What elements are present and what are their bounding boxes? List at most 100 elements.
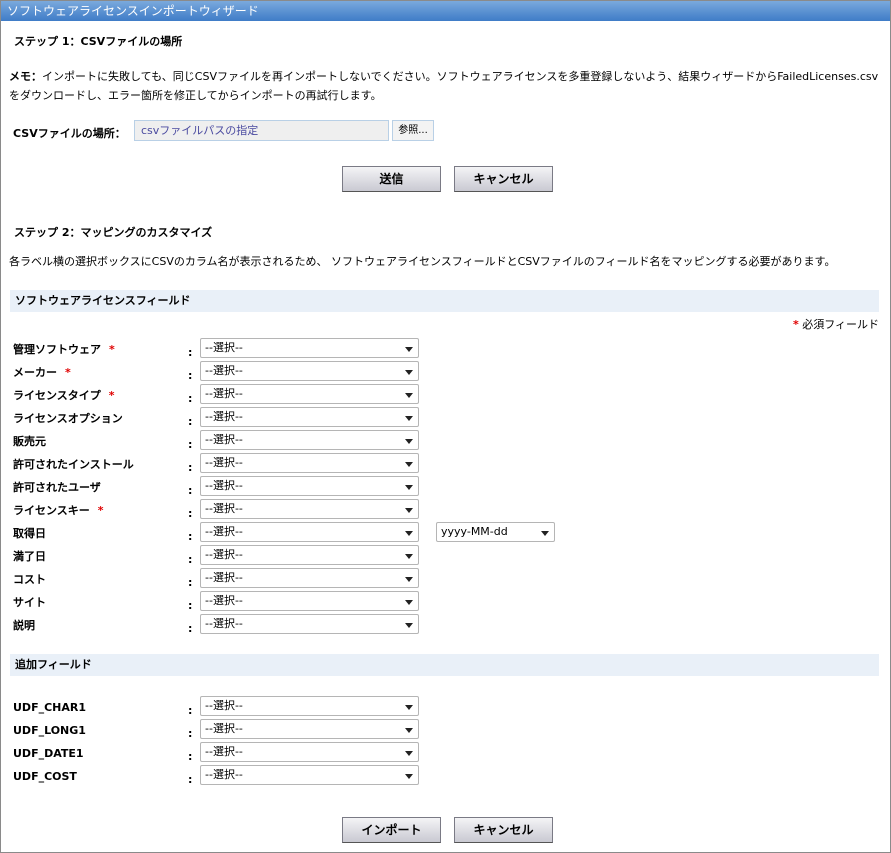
field-label: 許可されたユーザ (13, 481, 101, 495)
field-mapping-select[interactable]: --選択-- (200, 614, 419, 634)
field-label: ライセンスタイプ * (13, 389, 115, 403)
license-field-row: ライセンスキー * : --選択-- (13, 499, 433, 524)
colon: : (188, 415, 193, 428)
browse-button[interactable]: 参照... (392, 120, 434, 141)
import-button[interactable]: インポート (342, 817, 441, 843)
field-mapping-select[interactable]: --選択-- (200, 522, 419, 542)
extra-field-row: UDF_LONG1 : --選択-- (13, 719, 433, 744)
field-mapping-select[interactable]: --選択-- (200, 499, 419, 519)
field-mapping-select[interactable]: --選択-- (200, 545, 419, 565)
field-mapping-select[interactable]: --選択-- (200, 742, 419, 762)
chevron-down-icon (405, 623, 413, 628)
field-label-text: 管理ソフトウェア (13, 343, 101, 356)
select-value: --選択-- (205, 433, 243, 446)
required-star: * (65, 366, 71, 379)
select-value: --選択-- (205, 387, 243, 400)
field-label: ライセンスキー * (13, 504, 104, 518)
chevron-down-icon (405, 508, 413, 513)
select-value: --選択-- (205, 502, 243, 515)
license-field-row: 管理ソフトウェア * : --選択-- (13, 338, 433, 363)
chevron-down-icon (541, 531, 549, 536)
chevron-down-icon (405, 531, 413, 536)
extra-field-row: UDF_DATE1 : --選択-- (13, 742, 433, 767)
field-label: 満了日 (13, 550, 46, 564)
extra-section-header: 追加フィールド (10, 654, 879, 676)
field-mapping-select[interactable]: --選択-- (200, 384, 419, 404)
chevron-down-icon (405, 600, 413, 605)
colon: : (188, 773, 193, 786)
colon: : (188, 622, 193, 635)
step1-heading: ステップ 1：CSVファイルの場所 (14, 35, 183, 48)
colon: : (188, 704, 193, 717)
required-star: * (109, 343, 115, 356)
field-mapping-select[interactable]: --選択-- (200, 407, 419, 427)
colon: : (188, 727, 193, 740)
field-label: メーカー * (13, 366, 71, 380)
field-label-text: ライセンスオプション (13, 412, 123, 425)
field-label: UDF_LONG1 (13, 724, 86, 738)
chevron-down-icon (405, 485, 413, 490)
memo: メモ：インポートに失敗しても、同じCSVファイルを再インポートしないでください。… (9, 67, 884, 105)
field-mapping-select[interactable]: --選択-- (200, 696, 419, 716)
license-field-row: ライセンスタイプ * : --選択-- (13, 384, 433, 409)
field-label-text: サイト (13, 596, 46, 609)
colon: : (188, 507, 193, 520)
select-value: --選択-- (205, 768, 243, 781)
field-label: UDF_COST (13, 770, 77, 784)
csv-file-label: CSVファイルの場所： (13, 127, 126, 140)
select-value: --選択-- (205, 699, 243, 712)
field-mapping-select[interactable]: --選択-- (200, 719, 419, 739)
license-field-row: サイト : --選択-- (13, 591, 433, 616)
field-mapping-select[interactable]: --選択-- (200, 591, 419, 611)
license-field-row: ライセンスオプション : --選択-- (13, 407, 433, 432)
step2-heading: ステップ 2：マッピングのカスタマイズ (14, 226, 213, 239)
field-label-text: コスト (13, 573, 46, 586)
select-value: --選択-- (205, 617, 243, 630)
required-note: * 必須フィールド (793, 316, 879, 332)
chevron-down-icon (405, 728, 413, 733)
field-label-text: 販売元 (13, 435, 46, 448)
extra-field-row: UDF_COST : --選択-- (13, 765, 433, 790)
select-value: --選択-- (205, 722, 243, 735)
csv-file-input[interactable]: csvファイルパスの指定 (134, 120, 389, 141)
license-field-row: 許可されたインストール : --選択-- (13, 453, 433, 478)
field-label: コスト (13, 573, 46, 587)
field-label-text: 取得日 (13, 527, 46, 540)
chevron-down-icon (405, 370, 413, 375)
field-mapping-select[interactable]: --選択-- (200, 338, 419, 358)
field-label: 販売元 (13, 435, 46, 449)
window-title: ソフトウェアライセンスインポートウィザード (1, 1, 890, 21)
field-mapping-select[interactable]: --選択-- (200, 430, 419, 450)
memo-line2: をダウンロードし、エラー箇所を修正してからインポートの再試行します。 (9, 89, 382, 102)
required-star: * (108, 389, 115, 402)
colon: : (188, 553, 193, 566)
chevron-down-icon (405, 439, 413, 444)
field-mapping-select[interactable]: --選択-- (200, 361, 419, 381)
field-label: 管理ソフトウェア * (13, 343, 115, 357)
cancel-button[interactable]: キャンセル (454, 166, 553, 192)
footer-cancel-button[interactable]: キャンセル (454, 817, 553, 843)
field-mapping-select[interactable]: --選択-- (200, 765, 419, 785)
date-format-select[interactable]: yyyy-MM-dd (436, 522, 555, 542)
extra-field-row: UDF_CHAR1 : --選択-- (13, 696, 433, 721)
license-field-row: 説明 : --選択-- (13, 614, 433, 639)
select-value: --選択-- (205, 594, 243, 607)
select-value: --選択-- (205, 341, 243, 354)
field-label: サイト (13, 596, 46, 610)
select-value: --選択-- (205, 456, 243, 469)
field-label-text: UDF_LONG1 (13, 724, 86, 737)
field-mapping-select[interactable]: --選択-- (200, 476, 419, 496)
memo-label: メモ： (9, 70, 42, 83)
submit-button[interactable]: 送信 (342, 166, 441, 192)
chevron-down-icon (405, 393, 413, 398)
chevron-down-icon (405, 416, 413, 421)
field-label-text: ライセンスキー (13, 504, 90, 517)
field-mapping-select[interactable]: --選択-- (200, 453, 419, 473)
select-value: --選択-- (205, 410, 243, 423)
select-value: --選択-- (205, 364, 243, 377)
field-label-text: UDF_CHAR1 (13, 701, 86, 714)
select-value: --選択-- (205, 571, 243, 584)
field-mapping-select[interactable]: --選択-- (200, 568, 419, 588)
select-value: --選択-- (205, 479, 243, 492)
colon: : (188, 369, 193, 382)
